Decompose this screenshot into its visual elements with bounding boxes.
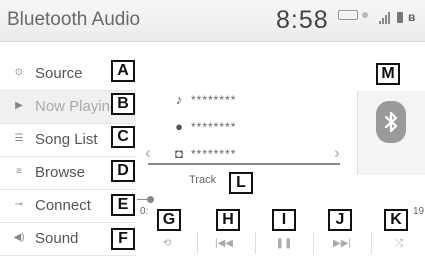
sidebar-item-label: Source [35,65,83,82]
callout-i: I [272,209,296,231]
speaker-icon: ◀) [13,232,25,243]
pause-icon: ❚❚ [275,238,293,249]
sidebar-item-label: Connect [35,197,91,214]
track-selector-line[interactable] [148,163,340,165]
callout-f: F [111,228,135,250]
app-title: Bluetooth Audio [7,9,141,30]
shuffle-icon: ⤮ [395,238,403,249]
album-icon: ◘ [175,146,183,161]
callout-b: B [111,93,135,115]
sidebar-item-label: Sound [35,230,79,247]
callout-c: C [111,126,135,148]
title-bar: Bluetooth Audio 8:58 ʙ [0,0,425,42]
bluetooth-icon [376,101,406,143]
control-divider [371,232,372,254]
track-label: Track [189,174,217,186]
clock: 8:58 [276,6,329,34]
callout-m: M [376,63,400,85]
now-playing-icon: ▶ [15,100,23,111]
person-icon: ● [175,119,183,134]
browse-icon: ≡ [16,166,22,177]
album-name: ******** [191,147,237,161]
status-dot-icon [362,12,368,18]
callout-j: J [328,209,352,231]
callout-g: G [157,209,181,231]
audio-screen: Bluetooth Audio 8:58 ʙ ⊙ Source ▶ Now Pl… [0,0,425,259]
callout-d: D [111,160,135,182]
callout-h: H [216,209,240,231]
elapsed-time: 0: [140,206,149,217]
sidebar-item-label: Song List [35,131,98,148]
status-indicator-icon [338,10,358,20]
previous-track-chevron-icon[interactable]: ‹ [145,143,151,163]
repeat-icon: ⟲ [162,238,172,249]
total-time: 19 [413,206,425,217]
bluetooth-status-icon: ʙ [408,10,416,24]
previous-track-icon: |◀◀ [215,238,233,249]
song-title-row: ♪ ******** [172,92,302,112]
sidebar-item-label: Now Playing [35,98,119,115]
source-icon: ⊙ [14,67,24,78]
signal-strength-icon [379,12,393,24]
callout-k: K [384,209,408,231]
battery-icon [397,12,403,23]
artist-row: ● ******** [172,119,302,139]
control-divider [255,232,256,254]
music-note-icon: ♪ [175,92,183,107]
sidebar-item-label: Browse [35,164,86,181]
control-divider [197,232,198,254]
callout-l: L [229,172,253,194]
progress-knob[interactable] [147,196,154,203]
callout-e: E [111,194,135,216]
song-title: ******** [191,93,237,107]
next-track-chevron-icon[interactable]: › [334,143,340,163]
control-divider [313,232,314,254]
song-list-icon: ☰ [14,133,24,144]
next-track-icon: ▶▶| [333,238,351,249]
callout-a: A [111,60,135,82]
connect-icon: ⊸ [14,199,24,210]
artist-name: ******** [191,120,237,134]
